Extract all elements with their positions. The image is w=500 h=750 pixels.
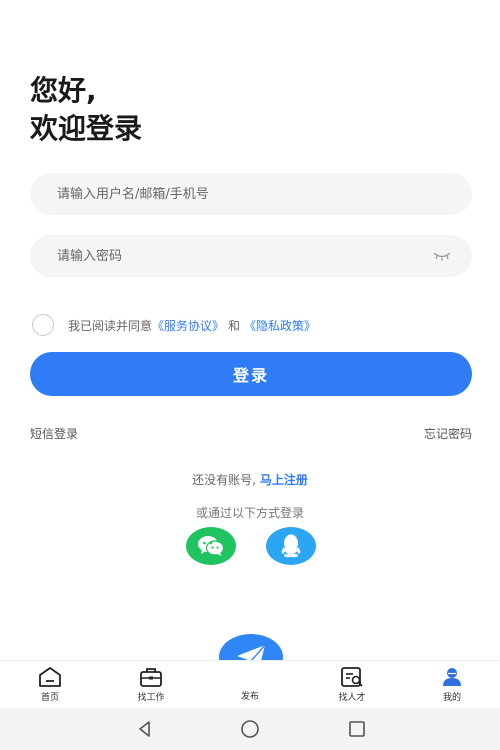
- user-icon: [439, 665, 465, 689]
- tab-talent-label: 找人才: [338, 693, 366, 703]
- username-input[interactable]: [57, 186, 454, 202]
- tab-talent[interactable]: 找人才: [322, 665, 382, 703]
- agreement-prefix: 我已阅读并同意: [68, 318, 153, 333]
- login-button[interactable]: 登录: [30, 352, 472, 396]
- agreement-checkbox[interactable]: [32, 314, 54, 336]
- greeting: 您好, 欢迎登录: [30, 72, 142, 148]
- register-prompt: 还没有账号,: [192, 473, 256, 487]
- password-visibility-icon[interactable]: [430, 249, 454, 263]
- register-row: 还没有账号, 马上注册: [0, 471, 500, 488]
- register-link[interactable]: 马上注册: [260, 473, 308, 487]
- tab-home[interactable]: 首页: [20, 665, 80, 703]
- back-icon[interactable]: [133, 720, 157, 738]
- service-agreement-link[interactable]: 《服务协议》: [152, 317, 224, 334]
- home-circle-icon[interactable]: [238, 720, 262, 738]
- agreement-row: 我已阅读并同意 《服务协议》 和 《隐私政策》: [32, 314, 316, 336]
- talent-search-icon: [339, 665, 365, 689]
- password-field[interactable]: [30, 235, 472, 277]
- qq-login-button[interactable]: [266, 527, 316, 565]
- system-nav-bar: [0, 708, 500, 750]
- privacy-policy-link[interactable]: 《隐私政策》: [244, 317, 316, 334]
- sms-login-link[interactable]: 短信登录: [30, 425, 78, 442]
- home-icon: [37, 665, 63, 689]
- login-screen: 您好, 欢迎登录 我已阅读并同意 《服务协议》 和 《隐私政策》 登录 短信登录…: [0, 0, 500, 750]
- greeting-line-2: 欢迎登录: [30, 112, 143, 145]
- tab-jobs[interactable]: 找工作: [121, 665, 181, 703]
- tab-publish-label: 发布: [240, 692, 259, 702]
- agreement-conjunction: 和: [228, 318, 241, 333]
- tab-mine-label: 我的: [442, 693, 461, 703]
- wechat-login-button[interactable]: [186, 527, 236, 565]
- username-field[interactable]: [30, 173, 472, 215]
- tab-jobs-label: 找工作: [137, 693, 165, 703]
- recent-apps-icon[interactable]: [345, 720, 369, 738]
- bottom-tab-bar: 首页 找工作 发布 找人才 我的: [0, 660, 500, 708]
- briefcase-icon: [138, 665, 164, 689]
- password-input[interactable]: [57, 248, 430, 264]
- greeting-line-1: 您好,: [30, 74, 97, 107]
- tab-home-label: 首页: [40, 693, 59, 703]
- wechat-icon: [198, 536, 225, 556]
- other-login-label: 或通过以下方式登录: [195, 506, 304, 520]
- tab-mine[interactable]: 我的: [422, 665, 482, 703]
- forgot-password-link[interactable]: 忘记密码: [424, 425, 472, 442]
- tab-publish[interactable]: 发布: [220, 663, 280, 702]
- qq-icon: [281, 534, 301, 558]
